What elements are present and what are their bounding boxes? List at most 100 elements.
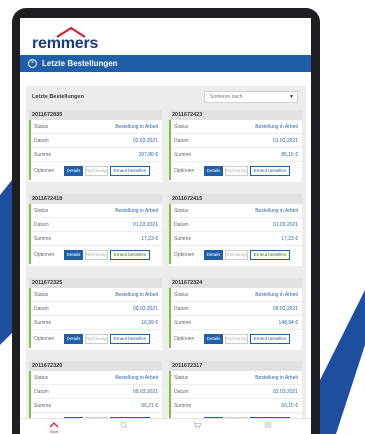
total-value: 85,15 € [281,151,298,158]
total-row: Summe 148,94 € [171,316,302,330]
total-row: Summe 16,99 € [31,316,162,330]
total-value: 17,23 € [281,235,298,242]
options-label: Optionen [34,252,55,258]
total-value: 16,99 € [141,319,158,326]
date-row: Datum 01.03.2021 [31,218,162,232]
order-number: 2011672320 [29,361,162,371]
status-row: Status Bestellung in Arbeit [171,120,302,134]
bottom-nav: Start [20,418,311,434]
date-label: Datum [174,137,189,144]
status-row: Status Bestellung in Arbeit [171,204,302,218]
total-label: Summe [174,235,192,242]
date-label: Datum [174,305,189,312]
reorder-button[interactable]: Erneut bestellen [110,250,150,260]
nav-item-cart[interactable] [187,419,207,434]
page-title: Letzte Bestellungen [42,59,118,68]
invoice-button[interactable]: Rechnung [85,334,108,344]
invoice-button[interactable]: Rechnung [85,166,108,176]
date-row: Datum 09.03.2021 [31,385,162,399]
order-number: 2011672418 [29,194,162,204]
close-circle-icon[interactable]: × [28,59,37,68]
status-label: Status [34,291,49,298]
total-row: Summe 85,15 € [171,148,302,162]
date-label: Datum [34,137,49,144]
order-card: 2011672325 Status Bestellung in Arbeit Da… [29,278,162,350]
nav-label-start: Start [49,429,59,434]
status-value: Bestellung in Arbeit [115,207,158,214]
date-value: 09.03.2021 [272,305,298,312]
details-button[interactable]: Details [204,250,223,260]
status-row: Status Bestellung in Arbeit [31,204,162,218]
app-screen: remmers × Letzte Bestellungen Letzte Bes… [20,18,311,434]
reorder-button[interactable]: Erneut bestellen [250,334,290,344]
order-card: 2011672324 Status Bestellung in Arbeit Da… [169,278,302,350]
details-button[interactable]: Details [204,334,223,344]
date-row: Datum 03.03.2021 [171,385,302,399]
status-value: Bestellung in Arbeit [255,123,298,130]
date-row: Datum 09.03.2021 [31,302,162,316]
status-row: Status Bestellung in Arbeit [31,120,162,134]
order-card: 2011672415 Status Bestellung in Arbeit Da… [169,194,302,266]
status-value: Bestellung in Arbeit [115,291,158,298]
order-details: Status Bestellung in Arbeit Datum 02.03.20… [29,120,162,180]
status-label: Status [174,123,189,130]
order-details: Status Bestellung in Arbeit Datum 09.03.20… [169,288,302,348]
total-row: Summe 107,80 € [31,148,162,162]
options-row: Optionen DetailsRechnungErneut bestellen [31,162,162,180]
invoice-button[interactable]: Rechnung [225,166,248,176]
cart-icon [193,421,202,429]
details-button[interactable]: Details [64,166,83,176]
options-row: Optionen DetailsRechnungErneut bestellen [171,330,302,348]
nav-item-start[interactable]: Start [44,419,64,434]
status-value: Bestellung in Arbeit [115,374,158,381]
status-value: Bestellung in Arbeit [255,291,298,298]
date-row: Datum 01.03.2021 [171,218,302,232]
order-card: 2011672418 Status Bestellung in Arbeit Da… [29,194,162,266]
reorder-button[interactable]: Erneut bestellen [110,166,150,176]
total-value: 148,94 € [278,319,298,326]
status-label: Status [34,207,49,214]
date-value: 01.03.2021 [272,137,298,144]
section-title: Letzte Bestellungen [32,94,84,100]
details-button[interactable]: Details [204,166,223,176]
date-label: Datum [174,388,189,395]
status-label: Status [174,291,189,298]
date-value: 01.03.2021 [132,221,158,228]
status-row: Status Bestellung in Arbeit [31,288,162,302]
order-details: Status Bestellung in Arbeit Datum 09.03.20… [29,288,162,348]
options-label: Optionen [34,336,55,342]
status-label: Status [34,374,49,381]
logo: remmers [32,24,112,54]
details-button[interactable]: Details [64,250,83,260]
date-label: Datum [34,221,49,228]
total-label: Summe [34,151,52,158]
date-row: Datum 02.03.2021 [31,134,162,148]
reorder-button[interactable]: Erneut bestellen [250,250,290,260]
total-value: 66,21 € [141,402,158,409]
menu-icon [264,422,272,428]
status-label: Status [174,207,189,214]
invoice-button[interactable]: Rechnung [225,334,248,344]
order-number: 2011672325 [29,278,162,288]
nav-item-menu[interactable] [258,419,278,434]
status-row: Status Bestellung in Arbeit [171,371,302,385]
search-icon [120,421,128,429]
invoice-button[interactable]: Rechnung [225,250,248,260]
options-row: Optionen DetailsRechnungErneut bestellen [171,162,302,180]
order-card: 2011672423 Status Bestellung in Arbeit Da… [169,110,302,182]
date-value: 03.03.2021 [272,388,298,395]
total-row: Summe 60,15 € [171,399,302,413]
logo-text: remmers [32,35,99,52]
reorder-button[interactable]: Erneut bestellen [250,166,290,176]
order-number: 2011672423 [169,110,302,120]
nav-item-search[interactable] [114,419,134,434]
options-label: Optionen [34,168,55,174]
reorder-button[interactable]: Erneut bestellen [110,334,150,344]
invoice-button[interactable]: Rechnung [85,250,108,260]
total-row: Summe 17,23 € [31,232,162,246]
sort-dropdown[interactable]: Sortieren nach ▼ [204,91,298,103]
date-value: 09.03.2021 [132,388,158,395]
details-button[interactable]: Details [64,334,83,344]
date-row: Datum 09.03.2021 [171,302,302,316]
date-label: Datum [34,388,49,395]
